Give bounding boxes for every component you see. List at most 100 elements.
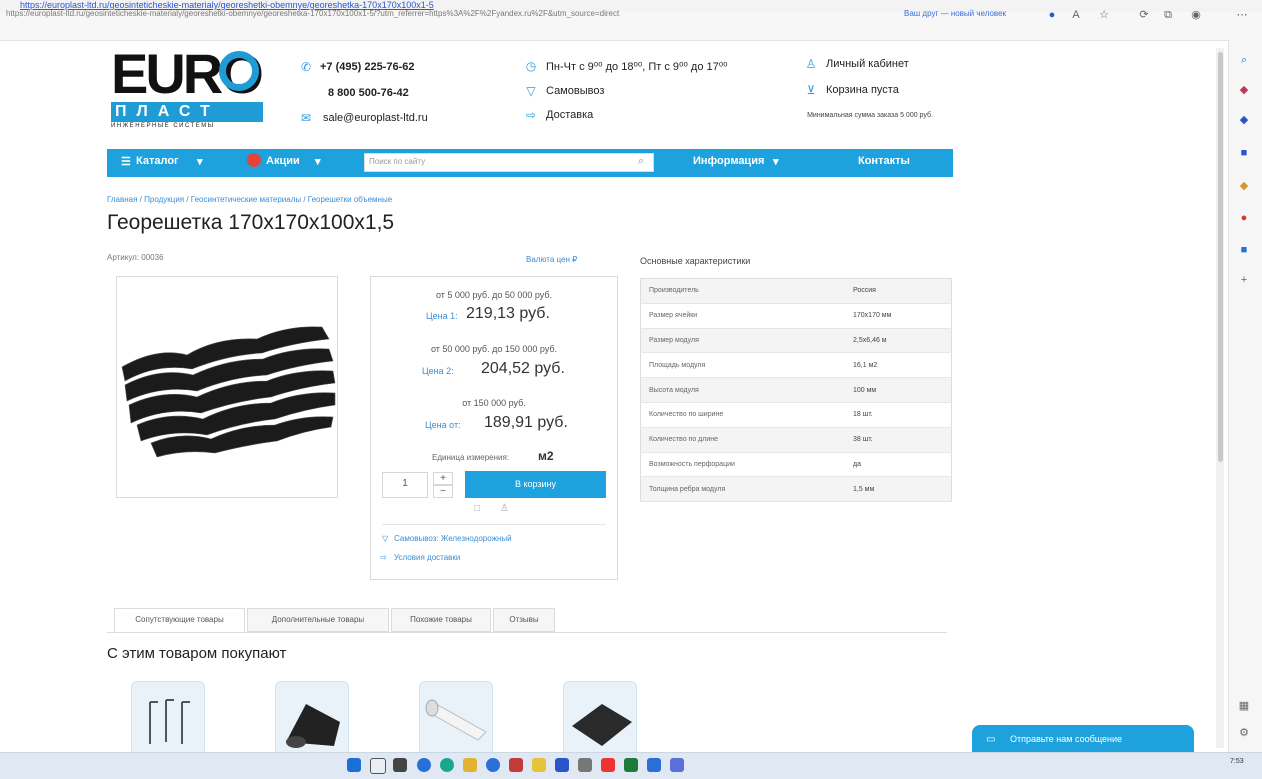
- price-label-3: Цена от:: [425, 420, 461, 430]
- work-hours: Пн-Чт с 9⁰⁰ до 18⁰⁰, Пт с 9⁰⁰ до 17⁰⁰: [546, 61, 728, 73]
- related-product-thumb[interactable]: [275, 681, 349, 755]
- favorite-icon[interactable]: ♙: [500, 503, 509, 514]
- page-title: Георешетка 170х170х100х1,5: [107, 211, 395, 234]
- search-icon[interactable]: [370, 758, 386, 774]
- membrane-roll-image: [286, 704, 340, 748]
- tab-similar[interactable]: Похожие товары: [391, 608, 491, 632]
- table-row: Количество по длине 38 шт.: [640, 427, 952, 453]
- extension-icon[interactable]: ●: [1044, 8, 1060, 22]
- account-link[interactable]: Личный кабинет: [826, 58, 909, 70]
- calculator-icon[interactable]: [578, 758, 592, 772]
- spec-name: Возможность перфорации: [640, 452, 845, 478]
- profile-icon[interactable]: ◉: [1188, 8, 1204, 22]
- quantity-decrease-button[interactable]: −: [433, 485, 453, 498]
- app-icon[interactable]: [509, 758, 523, 772]
- phone-primary[interactable]: +7 (495) 225-76-62: [320, 61, 414, 73]
- phone-icon: ✆: [300, 60, 312, 74]
- search-icon[interactable]: ⌕: [1236, 52, 1252, 68]
- excel-icon[interactable]: [624, 758, 638, 772]
- add-icon[interactable]: +: [1236, 272, 1252, 288]
- breadcrumb[interactable]: Главная / Продукция / Геосинтетические м…: [107, 195, 392, 204]
- chevron-down-icon: ▾: [197, 156, 203, 168]
- file-explorer-icon[interactable]: [463, 758, 477, 772]
- email-link[interactable]: sale@europlast-ltd.ru: [323, 112, 428, 124]
- search-icon[interactable]: ⌕: [638, 155, 644, 168]
- games-icon[interactable]: ◆: [1236, 178, 1252, 194]
- spec-value: да: [845, 452, 952, 478]
- pickup-service-link[interactable]: Самовывоз: Железнодорожный: [394, 534, 512, 543]
- spec-value: 2,5х6,46 м: [845, 328, 952, 354]
- delivery-service-link[interactable]: Условия доставки: [394, 553, 460, 562]
- compare-icon[interactable]: □: [474, 503, 480, 514]
- clock-icon: ◷: [525, 59, 537, 73]
- cart-link[interactable]: Корзина пуста: [826, 84, 899, 96]
- nav-contacts[interactable]: Контакты: [858, 155, 910, 167]
- shopping-icon[interactable]: ◆: [1236, 82, 1252, 98]
- edge-browser-icon[interactable]: [440, 758, 454, 772]
- chat-app-icon[interactable]: [417, 758, 431, 772]
- scrollbar-thumb[interactable]: [1218, 52, 1223, 462]
- taskbar-clock[interactable]: 7:53: [1230, 758, 1244, 765]
- specs-table: Производитель Россия Размер ячейки 170х170…: [640, 278, 952, 503]
- refresh-icon[interactable]: ⟳: [1136, 8, 1152, 22]
- chat-label: Отправьте нам сообщение: [1010, 734, 1123, 744]
- store-icon[interactable]: [555, 758, 569, 772]
- quantity-increase-button[interactable]: +: [433, 472, 453, 485]
- phone-secondary[interactable]: 8 800 500-76-42: [328, 87, 409, 99]
- favorite-star-icon[interactable]: ☆: [1096, 8, 1112, 22]
- collections-icon[interactable]: ⧉: [1160, 8, 1176, 22]
- url-suggestion[interactable]: Ваш друг — новый человек: [904, 9, 1006, 18]
- price-label-1: Цена 1:: [426, 311, 458, 321]
- spec-name: Количество по длине: [640, 427, 845, 453]
- chat-widget[interactable]: ▭ Отправьте нам сообщение: [972, 725, 1194, 755]
- tab-related[interactable]: Сопутствующие товары: [114, 608, 245, 632]
- word-icon[interactable]: [647, 758, 661, 772]
- hamburger-icon[interactable]: ☰: [121, 155, 131, 168]
- tab-reviews[interactable]: Отзывы: [493, 608, 555, 632]
- related-product-thumb[interactable]: [563, 681, 637, 755]
- app2-icon[interactable]: [670, 758, 684, 772]
- related-product-thumb[interactable]: [131, 681, 205, 755]
- add-to-cart-button[interactable]: В корзину: [465, 471, 606, 498]
- logo-ring: [219, 51, 259, 91]
- layout-icon[interactable]: ▦: [1236, 698, 1252, 714]
- price-range-3: от 150 000 руб.: [462, 398, 526, 408]
- settings-icon[interactable]: ⚙: [1236, 725, 1252, 741]
- browser-icon[interactable]: [486, 758, 500, 772]
- task-view-icon[interactable]: [393, 758, 407, 772]
- sale-icon: [247, 153, 261, 167]
- currency-link[interactable]: Валюта цен ₽: [526, 255, 577, 264]
- geomembrane-sheet-image: [572, 704, 632, 746]
- folder-icon[interactable]: [532, 758, 546, 772]
- office-icon[interactable]: ●: [1236, 210, 1252, 226]
- logo-plast-text: ПЛАСТ: [115, 103, 220, 120]
- spec-value: 100 мм: [845, 377, 952, 403]
- outlook-icon[interactable]: ■: [1236, 242, 1252, 258]
- table-row: Площадь модуля 16,1 м2: [640, 352, 952, 379]
- nav-catalog[interactable]: Каталог: [136, 155, 179, 167]
- price-value-1: 219,13 руб.: [466, 305, 550, 322]
- nav-sales[interactable]: Акции: [266, 155, 300, 167]
- tools-icon[interactable]: ◆: [1236, 112, 1252, 128]
- spec-name: Размер ячейки: [640, 303, 845, 329]
- delivery-link[interactable]: Доставка: [546, 109, 593, 121]
- product-image[interactable]: [116, 276, 338, 498]
- more-menu-icon[interactable]: ⋯: [1234, 8, 1250, 22]
- tabs-divider: [107, 632, 947, 633]
- tab-additional[interactable]: Дополнительные товары: [247, 608, 389, 632]
- read-aloud-icon[interactable]: A: [1068, 8, 1084, 22]
- nav-info[interactable]: Информация: [693, 155, 764, 167]
- chevron-down-icon: ▾: [315, 156, 321, 168]
- url-text[interactable]: https://europlast-ltd.ru/geosintetichesk…: [6, 9, 901, 18]
- table-row: Производитель Россия: [640, 278, 952, 304]
- user-icon: ♙: [805, 57, 817, 71]
- briefcase-icon[interactable]: ■: [1236, 145, 1252, 161]
- table-row: Размер ячейки 170х170 мм: [640, 303, 952, 329]
- site-logo[interactable]: EURO ПЛАСТ ИНЖЕНЕРНЫЕ СИСТЕМЫ: [111, 46, 264, 130]
- related-product-thumb[interactable]: [419, 681, 493, 755]
- geotextile-roll-image: [425, 699, 487, 741]
- pickup-link[interactable]: Самовывоз: [546, 85, 604, 97]
- spec-name: Толщина ребра модуля: [640, 476, 845, 503]
- yandex-icon[interactable]: [601, 758, 615, 772]
- windows-start-icon[interactable]: [347, 758, 361, 772]
